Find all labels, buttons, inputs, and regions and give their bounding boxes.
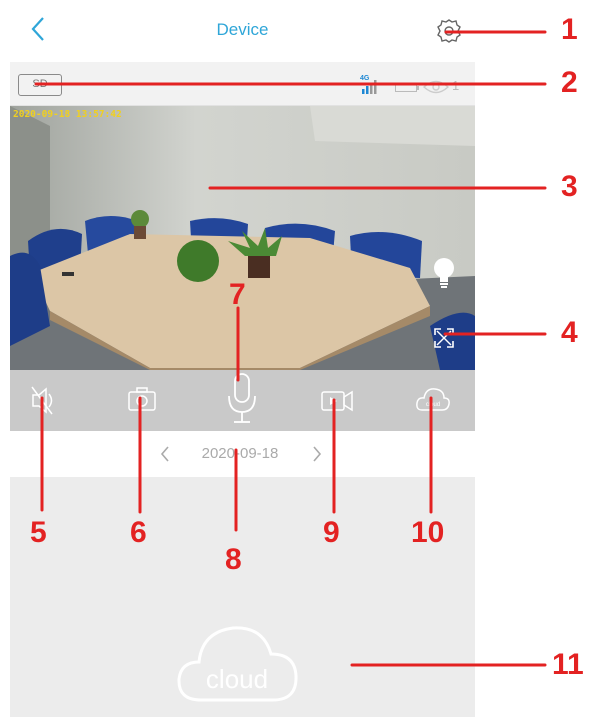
camera-snapshot-icon[interactable] bbox=[127, 370, 157, 431]
annotation-2: 2 bbox=[561, 66, 578, 99]
signal-strength-icon: 4G bbox=[360, 75, 386, 96]
eye-icon bbox=[423, 80, 449, 94]
control-bar: cloud bbox=[10, 370, 475, 431]
annotation-6: 6 bbox=[130, 516, 147, 549]
selected-date[interactable]: 2020-09-18 bbox=[190, 445, 290, 462]
next-date-chevron-icon[interactable] bbox=[310, 444, 324, 464]
live-video-feed[interactable]: 2020-09-18 13:57:42 bbox=[10, 106, 475, 370]
cloud-icon[interactable]: cloud bbox=[175, 612, 300, 707]
annotation-5: 5 bbox=[30, 516, 47, 549]
video-timestamp: 2020-09-18 13:57:42 bbox=[13, 109, 122, 120]
annotation-4: 4 bbox=[561, 316, 578, 349]
annotation-10: 10 bbox=[411, 516, 445, 549]
previous-date-chevron-icon[interactable] bbox=[158, 444, 172, 464]
date-navigator: 2020-09-18 bbox=[10, 431, 475, 477]
annotation-8: 8 bbox=[225, 543, 242, 576]
cloud-playback-panel: cloud bbox=[10, 477, 475, 717]
sd-card-badge[interactable]: SD bbox=[18, 74, 62, 96]
battery-icon bbox=[395, 83, 419, 92]
light-bulb-icon[interactable] bbox=[431, 256, 457, 290]
phone-screen: Device SD 4G 1 2020-09-18 13:57:42 cloud… bbox=[10, 0, 475, 717]
gear-icon[interactable] bbox=[435, 17, 463, 45]
annotation-1: 1 bbox=[561, 13, 578, 46]
fullscreen-icon[interactable] bbox=[433, 327, 455, 349]
microphone-icon[interactable] bbox=[223, 370, 261, 431]
annotation-11: 11 bbox=[552, 648, 584, 681]
meeting-room-image bbox=[10, 106, 475, 370]
status-bar: SD 4G 1 bbox=[10, 62, 475, 106]
app-root: Device SD 4G 1 2020-09-18 13:57:42 cloud… bbox=[0, 0, 601, 717]
speaker-mute-icon[interactable] bbox=[29, 370, 59, 431]
video-record-icon[interactable] bbox=[320, 370, 354, 431]
annotation-9: 9 bbox=[323, 516, 340, 549]
viewer-count: 1 bbox=[452, 78, 460, 93]
cloud-storage-icon[interactable]: cloud bbox=[415, 370, 451, 431]
annotation-7: 7 bbox=[229, 278, 246, 311]
annotation-3: 3 bbox=[561, 170, 578, 203]
cloud-icon-label: cloud bbox=[426, 402, 440, 408]
page-title: Device bbox=[216, 20, 269, 39]
cloud-label: cloud bbox=[206, 664, 268, 694]
top-bar: Device bbox=[10, 0, 475, 62]
